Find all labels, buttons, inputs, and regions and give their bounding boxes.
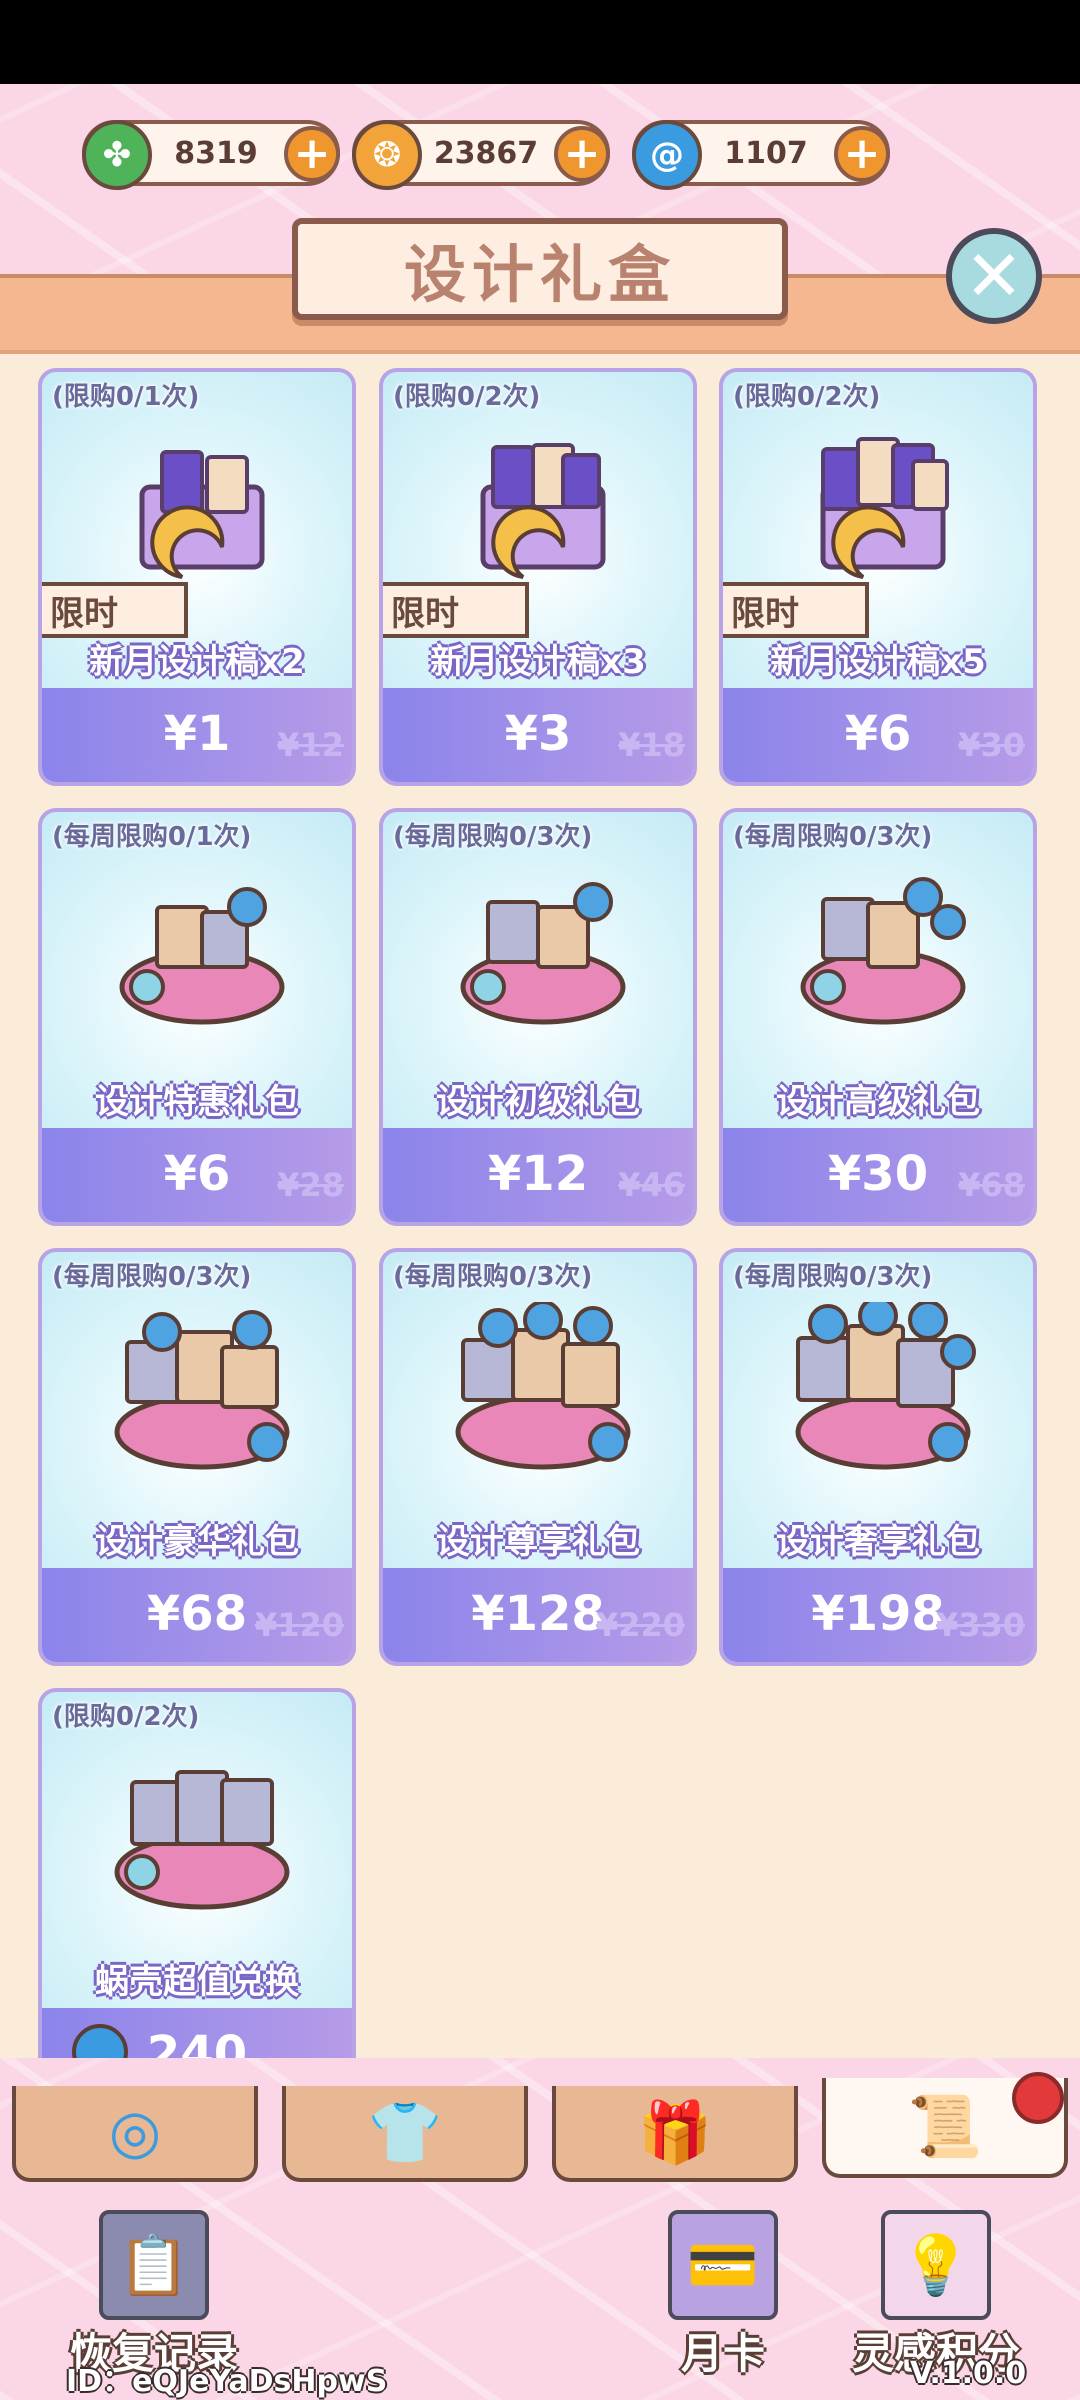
currency-coin: ❂ 23867 + <box>352 120 610 190</box>
purchase-limit: (每周限购0/3次) <box>52 1262 252 1292</box>
gift-box-icon <box>443 1302 643 1482</box>
title-banner: 设计礼盒 <box>292 218 788 320</box>
gift-box-icon <box>783 862 983 1042</box>
clover-icon: ✤ <box>82 120 152 190</box>
add-coin-button[interactable]: + <box>554 126 610 182</box>
shirt-icon: 👕 <box>367 2097 443 2168</box>
item-old-price: ¥28 <box>277 1166 344 1204</box>
shop-item[interactable]: (每周限购0/3次) 设计豪华礼包 ¥68 ¥120 <box>38 1248 356 1666</box>
item-old-price: ¥120 <box>254 1606 344 1644</box>
purchase-limit: (每周限购0/3次) <box>393 822 593 852</box>
price-bar: ¥198 ¥330 <box>723 1568 1033 1662</box>
card-icon: 💳 <box>668 2210 778 2320</box>
shop-item[interactable]: (每周限购0/3次) 设计尊享礼包 ¥128 ¥220 <box>379 1248 697 1666</box>
shop-item[interactable]: (限购0/2次) 蜗壳超值兑换 240 <box>38 1688 356 2058</box>
shop-item[interactable]: (限购0/2次) 限时 新月设计稿x5 ¥6 ¥30 <box>719 368 1037 786</box>
lightbulb-icon: 💡 <box>881 2210 991 2320</box>
user-id: ID：eQJeYaDsHpwS <box>66 2364 388 2399</box>
gift-box-icon <box>102 1742 302 1922</box>
item-name: 蜗壳超值兑换 <box>95 1962 299 2002</box>
purchase-limit: (限购0/1次) <box>52 382 200 412</box>
currency-clover: ✤ 8319 + <box>82 120 340 190</box>
crescent-box-icon <box>102 422 302 602</box>
item-old-price: ¥12 <box>277 726 344 764</box>
purchase-limit: (每周限购0/3次) <box>733 822 933 852</box>
item-name: 新月设计稿x2 <box>89 642 305 682</box>
gift-box-icon <box>102 862 302 1042</box>
price-bar: 240 <box>42 2008 352 2058</box>
shop-grid: (限购0/1次) 限时 新月设计稿x2 ¥1 ¥12 (限购0/2次) 限时 新… <box>0 354 1080 2058</box>
limited-tag: 限时 <box>42 582 188 638</box>
price-bar: ¥30 ¥68 <box>723 1128 1033 1222</box>
gift-box-icon <box>443 862 643 1042</box>
scroll-icon: 📜 <box>907 2091 983 2162</box>
currency-clover-value: 8319 <box>174 135 258 171</box>
tab-gift[interactable]: 🎁 <box>552 2086 798 2182</box>
currency-coin-value: 23867 <box>433 135 539 171</box>
purchase-limit: (每周限购0/3次) <box>733 1262 933 1292</box>
close-button[interactable]: ✕ <box>946 228 1042 324</box>
status-bar <box>0 0 1080 84</box>
item-old-price: ¥330 <box>935 1606 1025 1644</box>
price-bar: ¥68 ¥120 <box>42 1568 352 1662</box>
item-name: 新月设计稿x3 <box>430 642 646 682</box>
item-name: 设计豪华礼包 <box>95 1522 299 1562</box>
price-bar: ¥1 ¥12 <box>42 688 352 782</box>
item-name: 设计奢享礼包 <box>776 1522 980 1562</box>
item-name: 设计尊享礼包 <box>436 1522 640 1562</box>
price-bar: ¥3 ¥18 <box>383 688 693 782</box>
limited-tag: 限时 <box>383 582 529 638</box>
item-old-price: ¥220 <box>595 1606 685 1644</box>
gift-box-icon <box>102 1302 302 1482</box>
item-old-price: ¥46 <box>618 1166 685 1204</box>
close-icon: ✕ <box>964 235 1024 317</box>
month-card-label: 月卡 <box>680 2329 765 2378</box>
crescent-box-icon <box>783 422 983 602</box>
month-card-button[interactable]: 💳 月卡 <box>668 2210 778 2381</box>
currency-spiral: @ 1107 + <box>632 120 890 190</box>
item-old-price: ¥68 <box>958 1166 1025 1204</box>
shop-item[interactable]: (每周限购0/1次) 设计特惠礼包 ¥6 ¥28 <box>38 808 356 1226</box>
shop-item[interactable]: (限购0/2次) 限时 新月设计稿x3 ¥3 ¥18 <box>379 368 697 786</box>
shop-item[interactable]: (限购0/1次) 限时 新月设计稿x2 ¥1 ¥12 <box>38 368 356 786</box>
page-title: 设计礼盒 <box>403 238 676 311</box>
spiral-icon: ◎ <box>108 2097 162 2167</box>
add-clover-button[interactable]: + <box>284 126 340 182</box>
gift-box-icon <box>783 1302 983 1482</box>
price-bar: ¥6 ¥30 <box>723 688 1033 782</box>
purchase-limit: (限购0/2次) <box>52 1702 200 1732</box>
purchase-limit: (每周限购0/1次) <box>52 822 252 852</box>
tab-clothing[interactable]: 👕 <box>282 2086 528 2182</box>
coin-icon: ❂ <box>352 120 422 190</box>
limited-tag: 限时 <box>723 582 869 638</box>
item-name: 设计初级礼包 <box>436 1082 640 1122</box>
price-bar: ¥6 ¥28 <box>42 1128 352 1222</box>
tab-spiral[interactable]: ◎ <box>12 2086 258 2182</box>
item-name: 设计特惠礼包 <box>95 1082 299 1122</box>
item-old-price: ¥18 <box>618 726 685 764</box>
purchase-limit: (每周限购0/3次) <box>393 1262 593 1292</box>
price-bar: ¥12 ¥46 <box>383 1128 693 1222</box>
version-label: V.1.0.0 <box>910 2356 1027 2391</box>
item-price: 240 <box>146 2026 248 2058</box>
shop-item[interactable]: (每周限购0/3次) 设计高级礼包 ¥30 ¥68 <box>719 808 1037 1226</box>
spiral-icon: @ <box>632 120 702 190</box>
price-bar: ¥128 ¥220 <box>383 1568 693 1662</box>
purchase-limit: (限购0/2次) <box>393 382 541 412</box>
item-name: 新月设计稿x5 <box>770 642 986 682</box>
item-name: 设计高级礼包 <box>776 1082 980 1122</box>
clipboard-icon: 📋 <box>99 2210 209 2320</box>
crescent-box-icon <box>443 422 643 602</box>
currency-spiral-value: 1107 <box>724 135 808 171</box>
notification-dot <box>1012 2072 1064 2124</box>
add-spiral-button[interactable]: + <box>834 126 890 182</box>
gift-icon: 🎁 <box>637 2097 713 2168</box>
item-old-price: ¥30 <box>958 726 1025 764</box>
shop-item[interactable]: (每周限购0/3次) 设计初级礼包 ¥12 ¥46 <box>379 808 697 1226</box>
purchase-limit: (限购0/2次) <box>733 382 881 412</box>
shop-item[interactable]: (每周限购0/3次) 设计奢享礼包 ¥198 ¥330 <box>719 1248 1037 1666</box>
